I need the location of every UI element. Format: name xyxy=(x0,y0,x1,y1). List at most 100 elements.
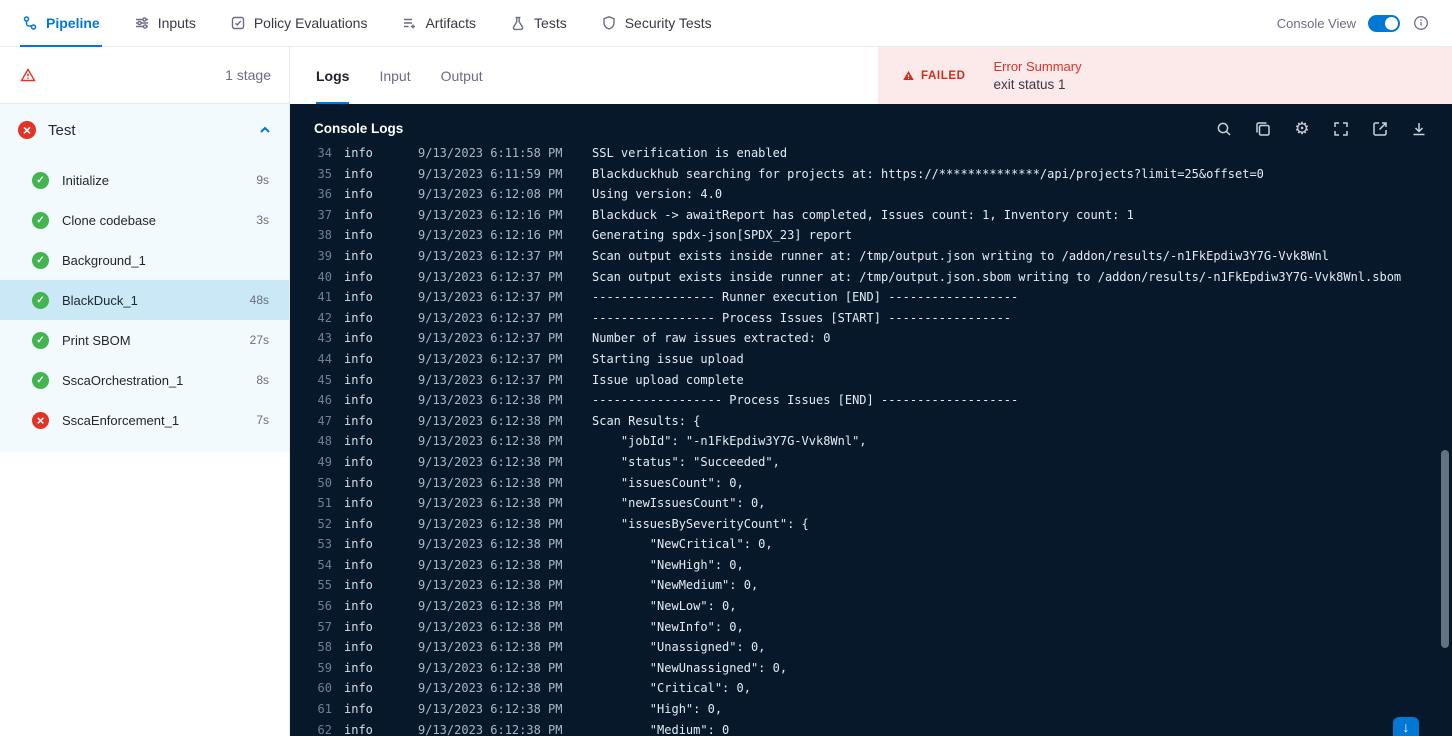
error-texts: Error Summary exit status 1 xyxy=(994,59,1082,92)
tab-pipeline-label: Pipeline xyxy=(46,15,100,31)
log-timestamp: 9/13/2023 6:12:38 PM xyxy=(418,393,563,408)
console-log-lines: 34 info 9/13/2023 6:11:58 PM SSL verific… xyxy=(290,143,1452,736)
log-timestamp: 9/13/2023 6:12:38 PM xyxy=(418,660,563,675)
log-message: "NewLow": 0, xyxy=(592,599,737,614)
step-name: Print SBOM xyxy=(62,332,131,348)
log-level: info xyxy=(344,434,373,449)
log-timestamp: 9/13/2023 6:12:37 PM xyxy=(418,290,563,305)
log-timestamp: 9/13/2023 6:12:38 PM xyxy=(418,702,563,717)
tab-tests[interactable]: Tests xyxy=(510,0,567,46)
step-row[interactable]: Print SBOM 27s xyxy=(0,320,289,360)
log-timestamp: 9/13/2023 6:11:58 PM xyxy=(418,146,563,160)
tab-inputs[interactable]: Inputs xyxy=(134,0,196,46)
settings-gear-icon[interactable]: ⚙ xyxy=(1293,119,1311,138)
log-line-number: 60 xyxy=(317,681,332,696)
log-line-number: 55 xyxy=(317,578,332,593)
log-line-number: 47 xyxy=(317,413,332,428)
step-status-icon xyxy=(32,411,49,429)
step-duration: 48s xyxy=(249,293,269,307)
log-timestamp: 9/13/2023 6:12:37 PM xyxy=(418,310,563,325)
tab-security-tests[interactable]: Security Tests xyxy=(601,0,712,46)
tab-artifacts[interactable]: Artifacts xyxy=(401,0,476,46)
log-level: info xyxy=(344,660,373,675)
open-in-new-icon[interactable] xyxy=(1371,120,1389,138)
console-scrollbar-thumb[interactable] xyxy=(1441,450,1449,648)
log-line: 61 info 9/13/2023 6:12:38 PM "High": 0, xyxy=(290,699,1452,720)
failed-badge: FAILED xyxy=(902,69,966,82)
inputs-icon xyxy=(134,15,150,31)
stage-header-test[interactable]: Test xyxy=(0,104,289,156)
log-message: Scan output exists inside runner at: /tm… xyxy=(592,269,1402,284)
step-row[interactable]: SscaOrchestration_1 8s xyxy=(0,360,289,400)
log-line-number: 38 xyxy=(317,228,332,243)
stage-name: Test xyxy=(48,121,76,139)
error-summary-banner: FAILED Error Summary exit status 1 xyxy=(878,47,1452,104)
log-line: 37 info 9/13/2023 6:12:16 PM Blackduck -… xyxy=(290,205,1452,226)
step-row[interactable]: Clone codebase 3s xyxy=(0,200,289,240)
step-row[interactable]: Background_1 xyxy=(0,240,289,280)
log-line-number: 49 xyxy=(317,454,332,469)
log-timestamp: 9/13/2023 6:12:38 PM xyxy=(418,413,563,428)
log-level: info xyxy=(344,702,373,717)
search-icon[interactable] xyxy=(1215,120,1233,138)
log-line: 54 info 9/13/2023 6:12:38 PM "NewHigh": … xyxy=(290,555,1452,576)
pipeline-icon xyxy=(22,15,38,31)
log-line: 57 info 9/13/2023 6:12:38 PM "NewInfo": … xyxy=(290,617,1452,638)
tab-input[interactable]: Input xyxy=(379,47,410,104)
log-timestamp: 9/13/2023 6:12:38 PM xyxy=(418,640,563,655)
stage-failed-icon xyxy=(18,121,36,139)
log-line: 48 info 9/13/2023 6:12:38 PM "jobId": "-… xyxy=(290,431,1452,452)
chevron-up-icon[interactable] xyxy=(257,122,273,138)
step-row[interactable]: Initialize 9s xyxy=(0,160,289,200)
log-line-number: 34 xyxy=(317,146,332,160)
log-message: "NewInfo": 0, xyxy=(592,619,744,634)
log-line-number: 52 xyxy=(317,516,332,531)
log-level: info xyxy=(344,516,373,531)
log-timestamp: 9/13/2023 6:12:38 PM xyxy=(418,619,563,634)
tab-output[interactable]: Output xyxy=(441,47,483,104)
step-status-icon xyxy=(32,171,49,189)
step-name: Clone codebase xyxy=(62,212,156,228)
tab-logs[interactable]: Logs xyxy=(316,47,350,104)
log-message: Scan Results: { xyxy=(592,413,701,428)
log-message: Scan output exists inside runner at: /tm… xyxy=(592,248,1329,263)
log-line: 60 info 9/13/2023 6:12:38 PM "Critical":… xyxy=(290,678,1452,699)
log-line-number: 41 xyxy=(317,290,332,305)
log-message: "Critical": 0, xyxy=(592,681,751,696)
log-message: "NewUnassigned": 0, xyxy=(592,660,788,675)
log-level: info xyxy=(344,640,373,655)
log-timestamp: 9/13/2023 6:12:38 PM xyxy=(418,454,563,469)
log-timestamp: 9/13/2023 6:12:37 PM xyxy=(418,372,563,387)
log-message: "NewMedium": 0, xyxy=(592,578,759,593)
log-level: info xyxy=(344,681,373,696)
copy-icon[interactable] xyxy=(1254,120,1272,138)
console-toolbar: ⚙ xyxy=(1215,119,1428,138)
fullscreen-icon[interactable] xyxy=(1332,120,1350,138)
log-timestamp: 9/13/2023 6:12:38 PM xyxy=(418,537,563,552)
log-timestamp: 9/13/2023 6:12:38 PM xyxy=(418,434,563,449)
step-status-icon xyxy=(32,291,49,309)
log-line-number: 58 xyxy=(317,640,332,655)
step-row[interactable]: BlackDuck_1 48s xyxy=(0,280,289,320)
log-line: 42 info 9/13/2023 6:12:37 PM -----------… xyxy=(290,308,1452,329)
log-line: 46 info 9/13/2023 6:12:38 PM -----------… xyxy=(290,390,1452,411)
tab-artifacts-label: Artifacts xyxy=(425,15,477,31)
info-icon[interactable] xyxy=(1412,14,1430,32)
log-level: info xyxy=(344,187,373,202)
log-line-number: 36 xyxy=(317,187,332,202)
log-timestamp: 9/13/2023 6:12:38 PM xyxy=(418,722,563,736)
scroll-to-bottom-button[interactable]: ↓ xyxy=(1393,717,1419,736)
tab-policy-evaluations[interactable]: Policy Evaluations xyxy=(230,0,368,46)
console-view-toggle[interactable] xyxy=(1368,14,1400,32)
log-timestamp: 9/13/2023 6:12:37 PM xyxy=(418,331,563,346)
log-message: Generating spdx-json[SPDX_23] report xyxy=(592,228,853,243)
log-line-number: 37 xyxy=(317,207,332,222)
download-icon[interactable] xyxy=(1410,120,1428,138)
step-status-icon xyxy=(32,331,49,349)
tab-policy-evaluations-label: Policy Evaluations xyxy=(253,15,368,31)
tab-pipeline[interactable]: Pipeline xyxy=(20,0,102,47)
step-name: BlackDuck_1 xyxy=(62,292,138,308)
log-line-number: 42 xyxy=(317,310,332,325)
error-summary-message: exit status 1 xyxy=(993,77,1066,92)
step-row[interactable]: SscaEnforcement_1 7s xyxy=(0,400,289,440)
